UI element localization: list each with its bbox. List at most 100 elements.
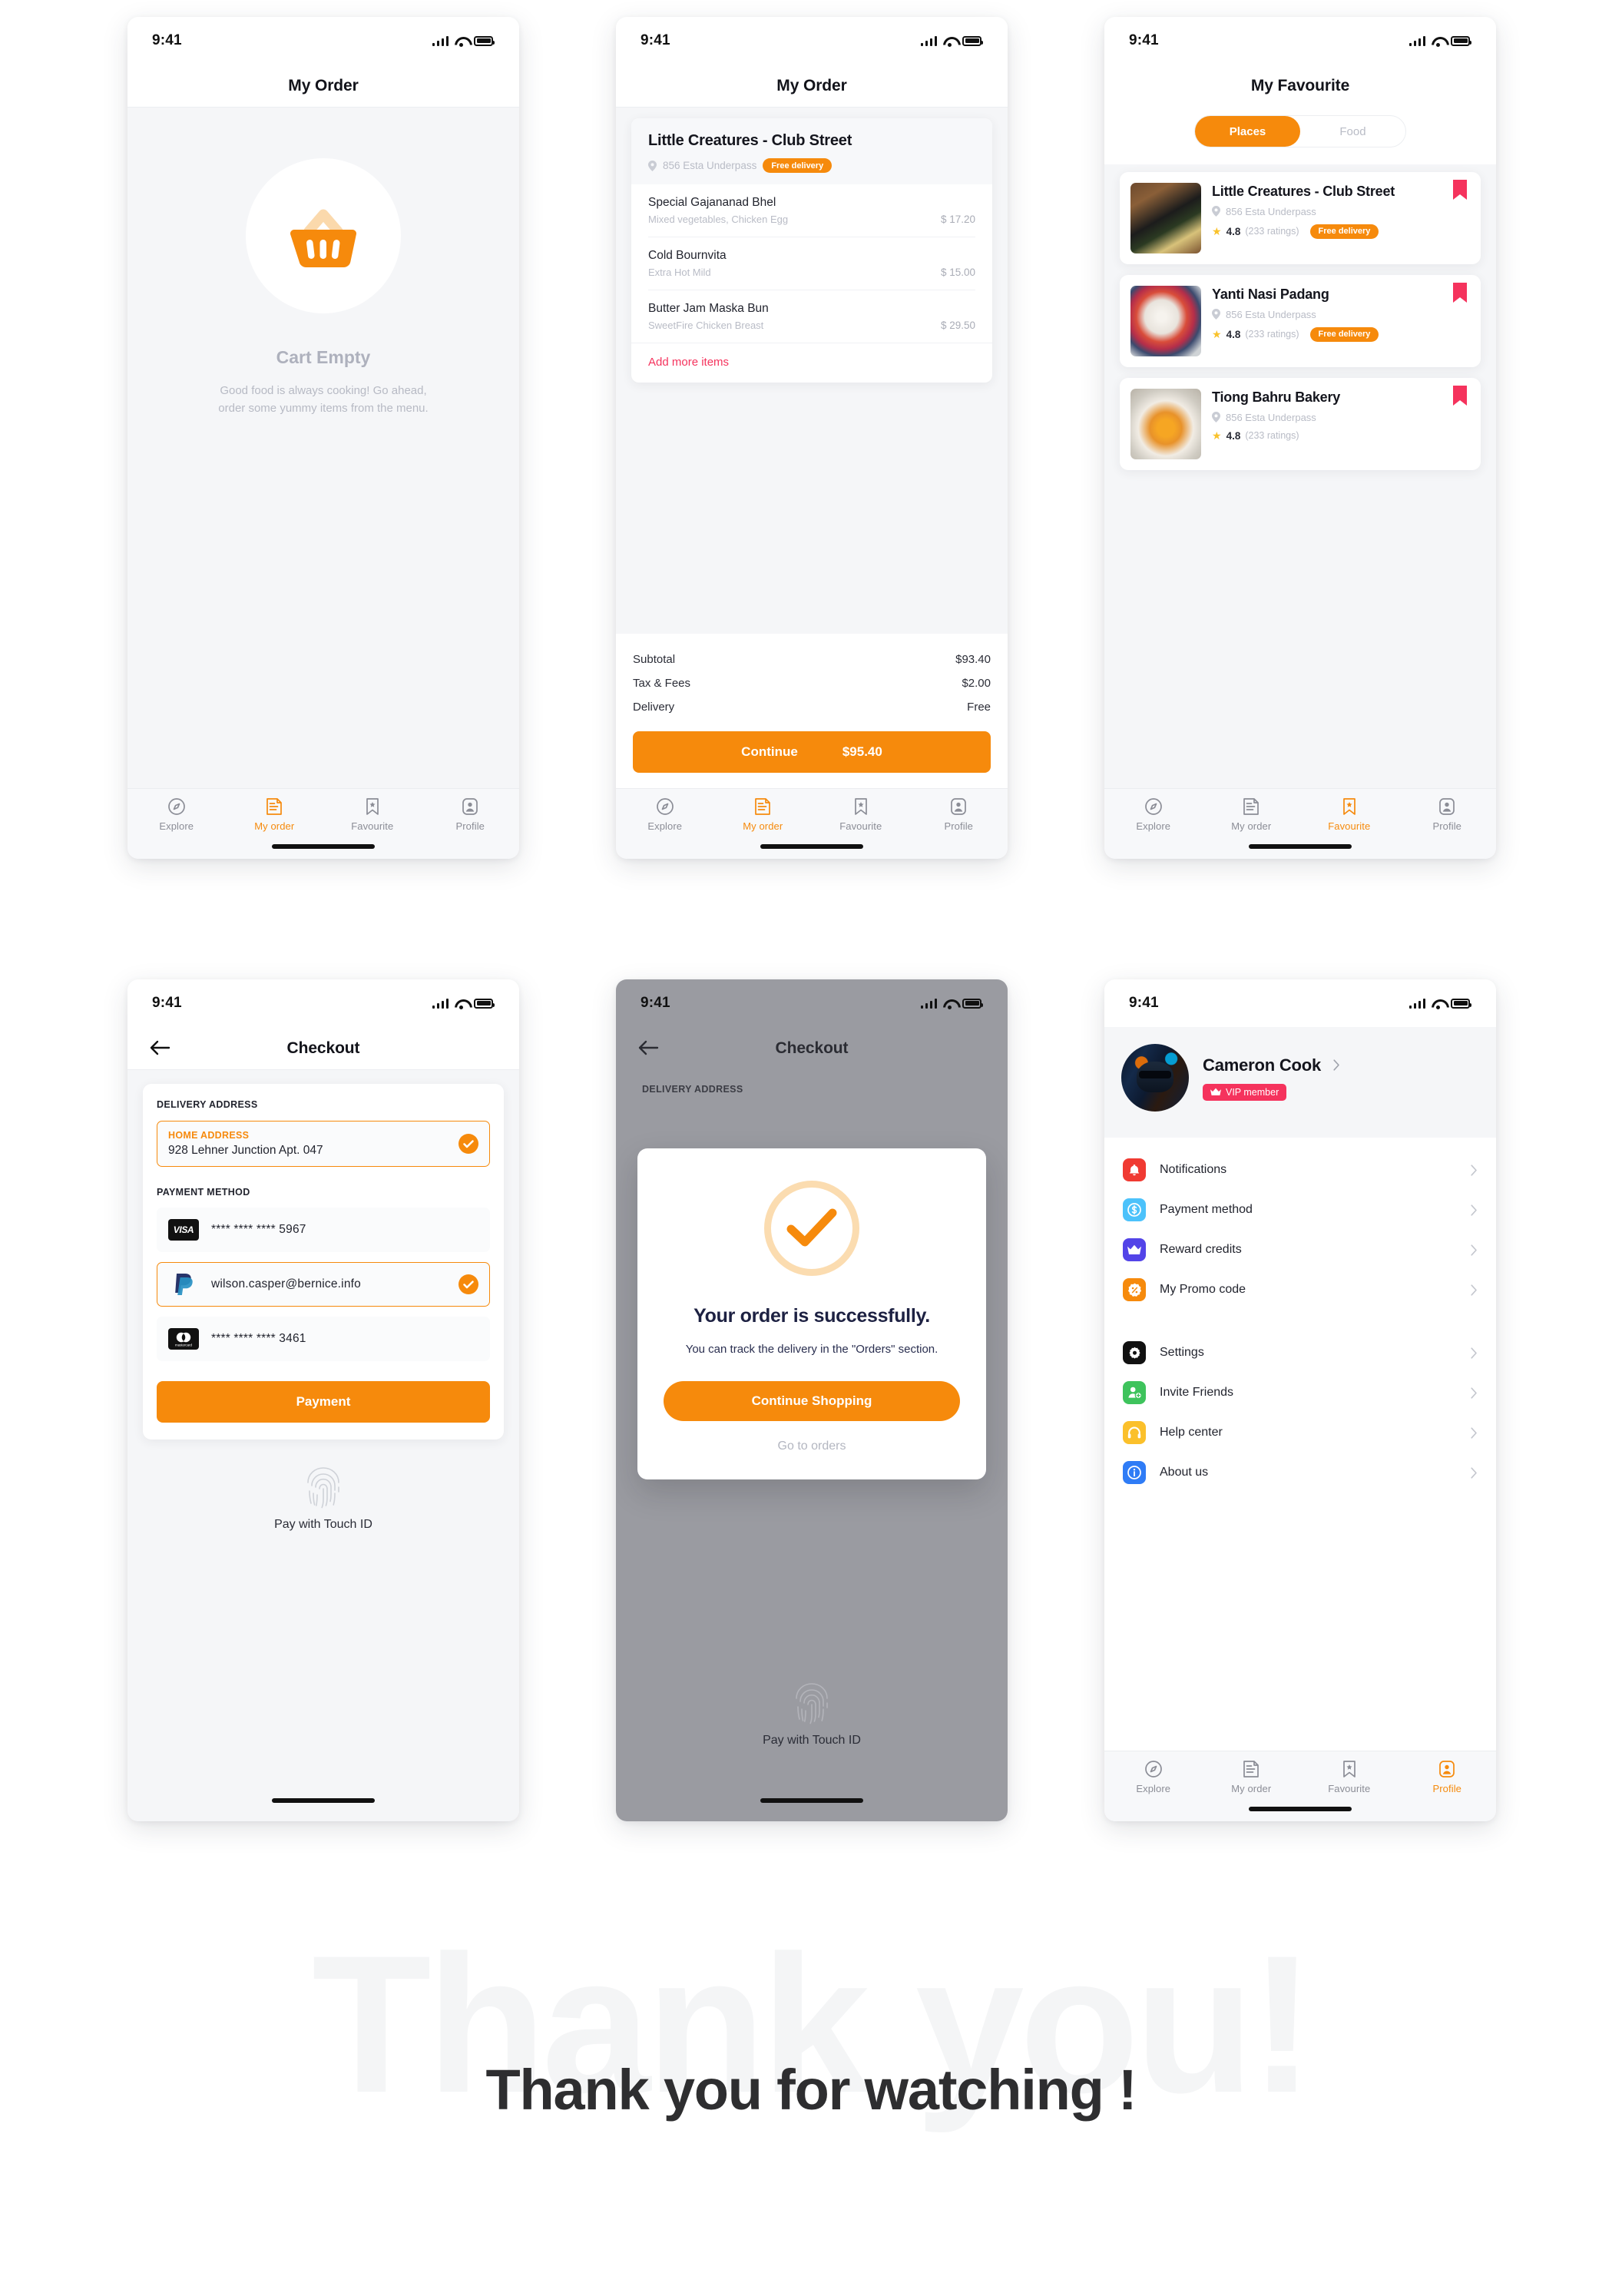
crown-icon bbox=[1210, 1088, 1221, 1095]
tab-my-order[interactable]: My order bbox=[1216, 1759, 1286, 1794]
back-button[interactable] bbox=[637, 1040, 659, 1057]
order-item-row[interactable]: Butter Jam Maska Bun SweetFire Chicken B… bbox=[648, 290, 975, 343]
add-more-items-link[interactable]: Add more items bbox=[631, 343, 992, 383]
status-bar: 9:41 bbox=[1104, 17, 1496, 65]
list-item[interactable]: Yanti Nasi Padang 856 Esta Underpass ★ 4… bbox=[1120, 275, 1481, 367]
order-item-row[interactable]: Cold Bournvita Extra Hot Mild $ 15.00 bbox=[648, 237, 975, 290]
tab-favourite[interactable]: Favourite bbox=[1315, 1759, 1384, 1794]
continue-shopping-label: Continue Shopping bbox=[751, 1393, 872, 1408]
tab-explore[interactable]: Explore bbox=[1119, 797, 1188, 832]
bookmark-icon[interactable] bbox=[1453, 180, 1467, 200]
tab-explore[interactable]: Explore bbox=[1119, 1759, 1188, 1794]
compass-icon bbox=[167, 797, 187, 817]
tab-favourite[interactable]: Favourite bbox=[1315, 797, 1384, 832]
touch-id-area[interactable]: Pay with Touch ID bbox=[127, 1466, 519, 1532]
segment-places[interactable]: Places bbox=[1195, 116, 1300, 147]
check-icon bbox=[458, 1274, 478, 1294]
menu-divider bbox=[1104, 1310, 1496, 1333]
segmented-control-wrapper: Places Food bbox=[1104, 108, 1496, 164]
order-item-row[interactable]: Special Gajananad Bhel Mixed vegetables,… bbox=[648, 184, 975, 237]
chevron-right-icon[interactable] bbox=[1333, 1059, 1340, 1071]
item-price: $ 15.00 bbox=[940, 267, 975, 278]
touch-id-label: Pay with Touch ID bbox=[763, 1734, 861, 1747]
list-item[interactable]: Little Creatures - Club Street 856 Esta … bbox=[1120, 172, 1481, 264]
tab-my-order[interactable]: My order bbox=[1216, 797, 1286, 832]
mastercard-icon: mastercard bbox=[168, 1328, 199, 1350]
payment-option-mastercard[interactable]: mastercard **** **** **** 3461 bbox=[157, 1317, 490, 1361]
status-icon-group bbox=[920, 998, 983, 1009]
status-time: 9:41 bbox=[641, 995, 670, 1011]
fingerprint-icon bbox=[307, 1467, 339, 1509]
tab-my-order[interactable]: My order bbox=[728, 797, 797, 832]
address-value: 928 Lehner Junction Apt. 047 bbox=[168, 1144, 323, 1157]
menu-item-about-us[interactable]: About us bbox=[1104, 1453, 1496, 1493]
phone-screen-my-order: 9:41 My Order Little Creatures - Club St… bbox=[616, 17, 1008, 859]
menu-item-notifications[interactable]: Notifications bbox=[1104, 1150, 1496, 1190]
bookmark-icon[interactable] bbox=[1453, 386, 1467, 406]
tab-label: Favourite bbox=[839, 820, 882, 832]
menu-item-promo-code[interactable]: My Promo code bbox=[1104, 1270, 1496, 1310]
cellular-signal-icon bbox=[432, 35, 449, 46]
touch-id-area[interactable]: Pay with Touch ID bbox=[616, 1681, 1008, 1748]
tab-label: Explore bbox=[647, 820, 683, 832]
check-icon bbox=[458, 1134, 478, 1154]
delivery-address-option[interactable]: HOME ADDRESS 928 Lehner Junction Apt. 04… bbox=[157, 1121, 490, 1167]
tab-explore[interactable]: Explore bbox=[631, 797, 700, 832]
dollar-circle-icon bbox=[1123, 1198, 1146, 1221]
continue-shopping-button[interactable]: Continue Shopping bbox=[664, 1381, 960, 1421]
tab-favourite[interactable]: Favourite bbox=[826, 797, 895, 832]
tab-profile[interactable]: Profile bbox=[435, 797, 505, 832]
item-price: $ 17.20 bbox=[940, 214, 975, 225]
menu-item-settings[interactable]: Settings bbox=[1104, 1333, 1496, 1373]
order-totals-panel: Subtotal $93.40 Tax & Fees $2.00 Deliver… bbox=[616, 634, 1008, 788]
menu-item-payment-method[interactable]: Payment method bbox=[1104, 1190, 1496, 1230]
profile-header[interactable]: Cameron Cook VIP member bbox=[1104, 1027, 1496, 1138]
payment-button[interactable]: Payment bbox=[157, 1381, 490, 1423]
total-row-delivery: Delivery Free bbox=[633, 695, 991, 719]
total-value: $93.40 bbox=[955, 653, 991, 666]
menu-item-help-center[interactable]: Help center bbox=[1104, 1413, 1496, 1453]
rating-value: 4.8 bbox=[1226, 328, 1241, 340]
tab-favourite[interactable]: Favourite bbox=[338, 797, 407, 832]
location-pin-icon bbox=[1212, 309, 1220, 320]
tab-profile[interactable]: Profile bbox=[1412, 1759, 1481, 1794]
menu-item-label: Payment method bbox=[1160, 1203, 1253, 1216]
receipt-icon bbox=[1241, 797, 1261, 817]
status-icon-group bbox=[1408, 35, 1471, 47]
tab-label: Profile bbox=[944, 820, 974, 832]
chevron-right-icon bbox=[1471, 1466, 1477, 1479]
item-description: Extra Hot Mild bbox=[648, 267, 711, 278]
segment-food[interactable]: Food bbox=[1300, 116, 1405, 147]
status-icon-group bbox=[1408, 998, 1471, 1009]
place-name: Tiong Bahru Bakery bbox=[1212, 389, 1341, 405]
continue-button[interactable]: Continue $95.40 bbox=[633, 731, 991, 773]
wifi-icon bbox=[455, 999, 468, 1009]
dimmed-delivery-label-wrap: DELIVERY ADDRESS bbox=[616, 1070, 1008, 1095]
payment-text: wilson.casper@bernice.info bbox=[211, 1277, 361, 1290]
person-badge-icon bbox=[948, 797, 968, 817]
menu-item-invite-friends[interactable]: Invite Friends bbox=[1104, 1373, 1496, 1413]
crown-icon bbox=[1123, 1238, 1146, 1261]
tab-my-order[interactable]: My order bbox=[240, 797, 309, 832]
compass-icon bbox=[1144, 797, 1164, 817]
page-title: My Order bbox=[776, 76, 847, 94]
rating-count: (233 ratings) bbox=[1245, 226, 1299, 237]
checkout-body: DELIVERY ADDRESS HOME ADDRESS 928 Lehner… bbox=[127, 1070, 519, 1821]
continue-label: Continue bbox=[741, 744, 798, 759]
tab-explore[interactable]: Explore bbox=[142, 797, 211, 832]
payment-option-visa[interactable]: VISA **** **** **** 5967 bbox=[157, 1208, 490, 1252]
go-to-orders-link[interactable]: Go to orders bbox=[664, 1440, 960, 1453]
rating-value: 4.8 bbox=[1226, 225, 1241, 237]
battery-icon bbox=[962, 998, 983, 1009]
menu-item-label: About us bbox=[1160, 1466, 1209, 1479]
success-message: You can track the delivery in the "Order… bbox=[685, 1342, 938, 1356]
back-button[interactable] bbox=[149, 1040, 170, 1057]
tab-profile[interactable]: Profile bbox=[1412, 797, 1481, 832]
total-row-subtotal: Subtotal $93.40 bbox=[633, 648, 991, 671]
list-item[interactable]: Tiong Bahru Bakery 856 Esta Underpass ★ … bbox=[1120, 378, 1481, 470]
payment-option-paypal[interactable]: wilson.casper@bernice.info bbox=[157, 1262, 490, 1307]
menu-item-reward-credits[interactable]: Reward credits bbox=[1104, 1230, 1496, 1270]
bookmark-icon[interactable] bbox=[1453, 283, 1467, 303]
tab-profile[interactable]: Profile bbox=[924, 797, 993, 832]
place-thumbnail bbox=[1130, 183, 1201, 253]
